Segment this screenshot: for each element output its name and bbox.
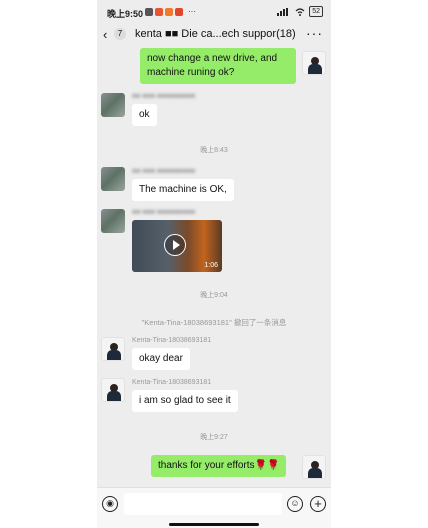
contact-avatar[interactable] bbox=[101, 378, 125, 402]
signal-icon bbox=[277, 7, 289, 16]
emoji-button[interactable]: ☺ bbox=[287, 496, 303, 512]
contact-avatar[interactable] bbox=[101, 337, 125, 361]
my-avatar[interactable] bbox=[302, 51, 326, 75]
video-duration: 1:06 bbox=[204, 262, 218, 269]
contact-avatar[interactable] bbox=[101, 167, 125, 191]
sender-name: Kenta-Tina-18038693181 bbox=[132, 379, 212, 386]
status-bar: 晚上9:50 ··· 52 bbox=[97, 0, 331, 22]
chat-screen: 晚上9:50 ··· 52 ‹ 7 kenta ■■ Die ca...ech … bbox=[97, 0, 331, 528]
plus-button[interactable]: + bbox=[310, 496, 326, 512]
notification-icon bbox=[165, 7, 173, 16]
play-icon[interactable] bbox=[164, 234, 186, 256]
notification-icon bbox=[155, 7, 163, 16]
voice-button[interactable]: ◉ bbox=[102, 496, 118, 512]
sender-name: Kenta-Tina-18038693181 bbox=[132, 337, 212, 344]
chat-header: ‹ 7 kenta ■■ Die ca...ech suppor(18) ··· bbox=[97, 24, 331, 46]
incoming-message[interactable]: i am so glad to see it bbox=[132, 390, 238, 412]
timestamp: 晚上9:27 bbox=[200, 434, 228, 441]
home-indicator[interactable] bbox=[169, 523, 259, 526]
back-button[interactable]: ‹ bbox=[103, 27, 107, 42]
status-more: ··· bbox=[188, 7, 196, 16]
contact-avatar[interactable] bbox=[101, 209, 125, 233]
outgoing-message[interactable]: now change a new drive, and machine runi… bbox=[140, 48, 296, 84]
timestamp: 晚上9:04 bbox=[200, 292, 228, 299]
timestamp: 晚上8:43 bbox=[200, 147, 228, 154]
message-input[interactable] bbox=[124, 493, 282, 515]
status-right: 52 bbox=[277, 6, 323, 17]
contact-avatar[interactable] bbox=[101, 93, 125, 117]
status-time: 晚上9:50 bbox=[107, 9, 144, 19]
incoming-message[interactable]: ok bbox=[132, 104, 157, 126]
incoming-message[interactable]: The machine is OK, bbox=[132, 179, 234, 201]
wifi-icon bbox=[295, 7, 305, 16]
my-avatar[interactable] bbox=[302, 455, 326, 479]
video-message[interactable]: 1:06 bbox=[132, 220, 222, 272]
sender-name: ■■ ■■■ ■■■■■■■■■ bbox=[132, 168, 196, 175]
battery-icon: 52 bbox=[309, 6, 323, 17]
chat-title: kenta ■■ Die ca...ech suppor(18) bbox=[135, 28, 296, 40]
input-bar: ◉ ☺ + bbox=[97, 487, 331, 528]
unread-badge: 7 bbox=[114, 28, 126, 40]
more-button[interactable]: ··· bbox=[306, 25, 323, 41]
notification-icons: ··· bbox=[145, 7, 196, 16]
sender-name: ■■ ■■■ ■■■■■■■■■ bbox=[132, 93, 196, 100]
notification-icon bbox=[175, 7, 183, 16]
sender-name: ■■ ■■■ ■■■■■■■■■ bbox=[132, 209, 196, 216]
notification-icon bbox=[145, 7, 153, 16]
outgoing-message[interactable]: thanks for your efforts🌹🌹 bbox=[151, 455, 287, 477]
recall-notice: "Kenta-Tina-18038693181" 撤回了一条消息 bbox=[141, 318, 287, 327]
incoming-message[interactable]: okay dear bbox=[132, 348, 190, 370]
